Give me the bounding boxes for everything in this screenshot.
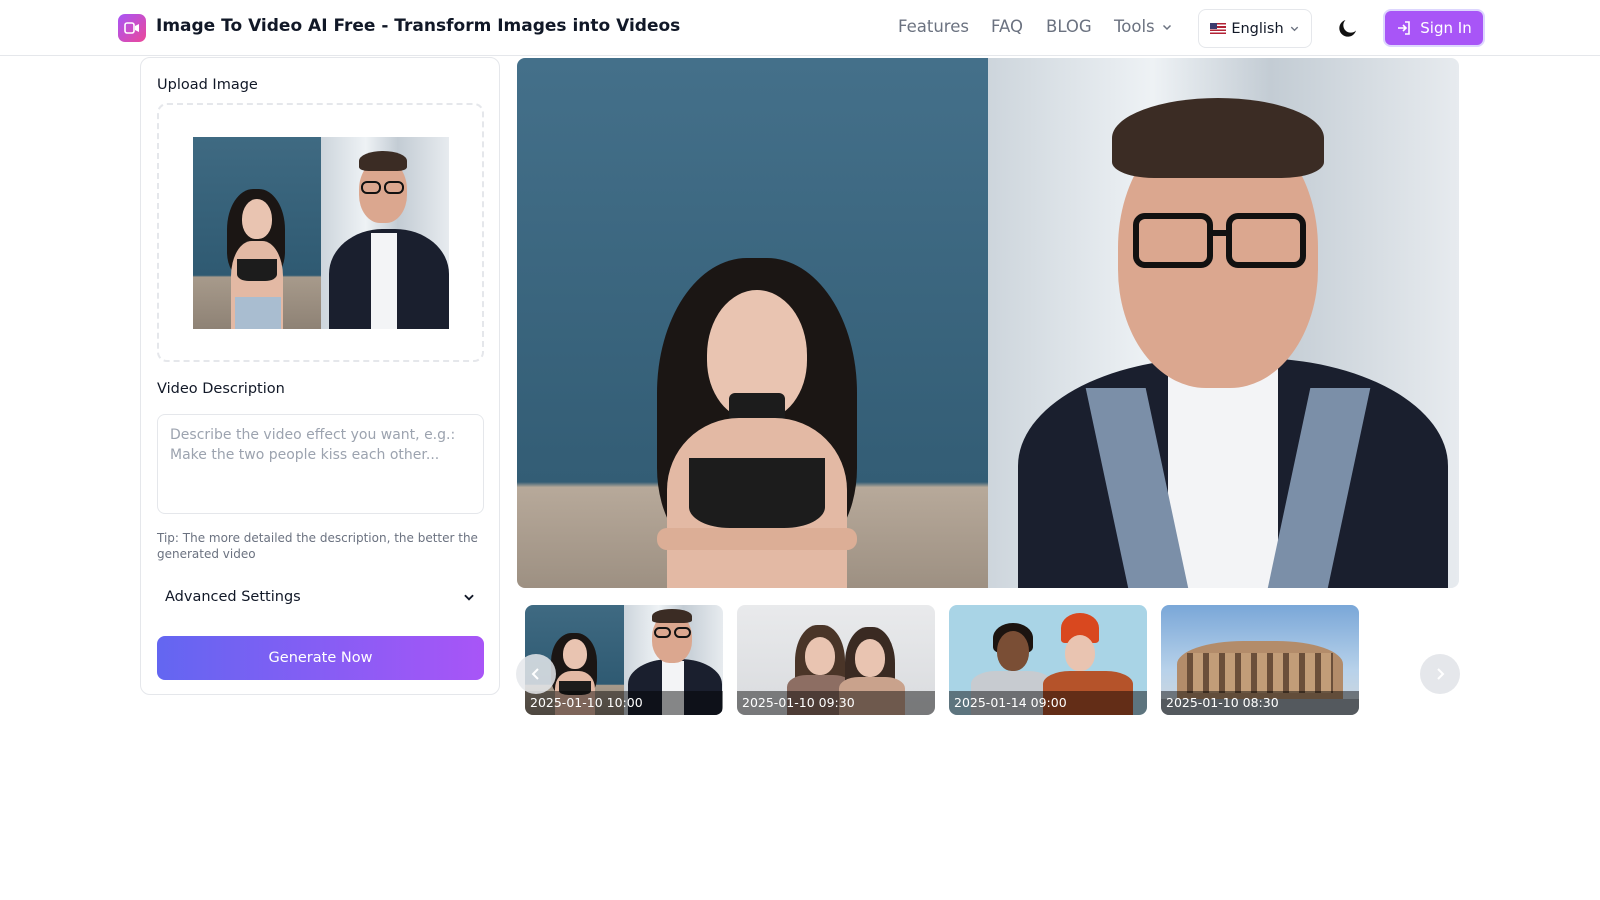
sign-in-label: Sign In bbox=[1420, 19, 1472, 37]
advanced-settings-toggle[interactable]: Advanced Settings bbox=[157, 578, 484, 616]
chevron-left-icon bbox=[531, 668, 539, 680]
nav-blog[interactable]: BLOG bbox=[1046, 17, 1092, 36]
gallery-item[interactable]: 2025-01-14 09:00 bbox=[949, 605, 1147, 715]
advanced-settings-label: Advanced Settings bbox=[165, 589, 301, 605]
nav-faq[interactable]: FAQ bbox=[991, 17, 1023, 36]
sign-in-button[interactable]: Sign In bbox=[1385, 11, 1483, 45]
gallery-item-date: 2025-01-10 08:30 bbox=[1161, 691, 1359, 715]
upload-image-label: Upload Image bbox=[157, 77, 258, 93]
login-icon bbox=[1398, 21, 1411, 35]
video-description-label: Video Description bbox=[157, 381, 285, 397]
gallery-item[interactable]: 2025-01-10 09:30 bbox=[737, 605, 935, 715]
us-flag-icon bbox=[1210, 23, 1227, 34]
video-description-input[interactable] bbox=[157, 414, 484, 514]
gallery-item-date: 2025-01-10 10:00 bbox=[525, 691, 723, 715]
site-title[interactable]: Image To Video AI Free - Transform Image… bbox=[156, 16, 680, 36]
generate-now-button[interactable]: Generate Now bbox=[157, 636, 484, 680]
moon-icon bbox=[1339, 20, 1356, 37]
site-header: Image To Video AI Free - Transform Image… bbox=[0, 0, 1600, 56]
image-upload-dropzone[interactable] bbox=[157, 103, 484, 362]
language-label: English bbox=[1231, 20, 1284, 37]
nav-tools-label: Tools bbox=[1114, 17, 1155, 36]
gallery-item[interactable]: 2025-01-10 08:30 bbox=[1161, 605, 1359, 715]
description-tip: Tip: The more detailed the description, … bbox=[157, 531, 478, 561]
chevron-right-icon bbox=[1437, 668, 1445, 680]
gallery-item-date: 2025-01-14 09:00 bbox=[949, 691, 1147, 715]
chevron-down-icon bbox=[1290, 26, 1298, 32]
generator-panel: Upload Image Video Description Tip: The … bbox=[140, 57, 500, 695]
nav-features[interactable]: Features bbox=[898, 17, 969, 36]
video-icon[interactable] bbox=[118, 14, 146, 42]
language-selector[interactable]: English bbox=[1198, 9, 1312, 48]
uploaded-image-preview bbox=[193, 137, 449, 329]
main-preview-image bbox=[517, 58, 1459, 588]
chevron-down-icon bbox=[464, 594, 474, 601]
gallery-item-date: 2025-01-10 09:30 bbox=[737, 691, 935, 715]
gallery-prev-button[interactable] bbox=[516, 654, 556, 694]
gallery-item[interactable]: 2025-01-10 10:00 bbox=[525, 605, 723, 715]
chevron-down-icon bbox=[1162, 24, 1171, 30]
gallery-next-button[interactable] bbox=[1420, 654, 1460, 694]
theme-toggle-button[interactable] bbox=[1336, 16, 1360, 40]
nav-tools-dropdown[interactable]: Tools bbox=[1114, 17, 1173, 36]
